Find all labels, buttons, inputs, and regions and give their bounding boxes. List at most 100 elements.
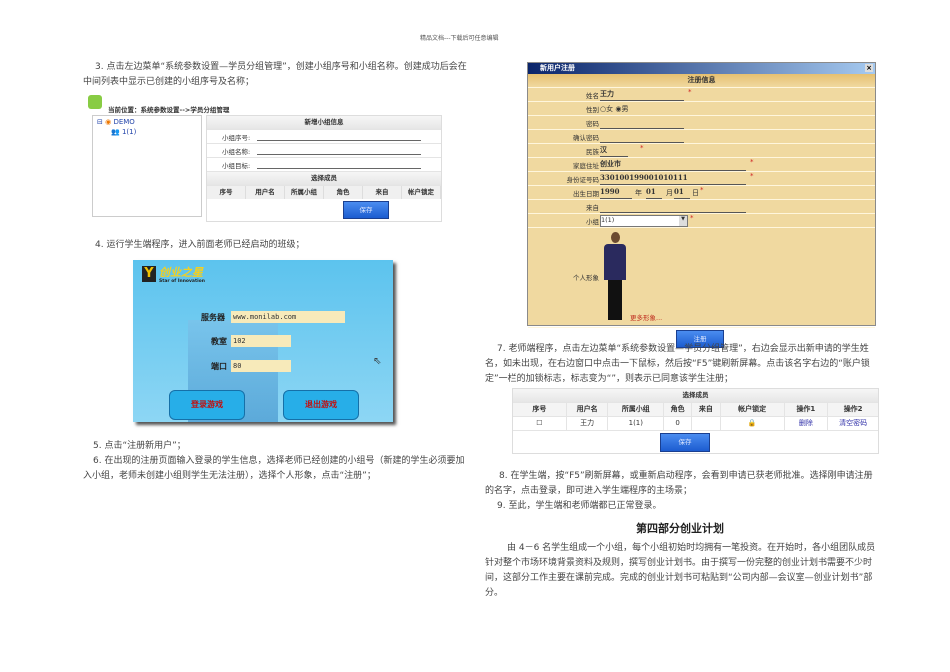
para-4: 4. 运行学生端程序，进入前面老师已经启动的班级； xyxy=(95,240,305,250)
para-5: 5. 点击“注册新用户”； xyxy=(93,441,186,451)
birth-label: 出生日期 xyxy=(573,190,599,198)
col-header: 来自 xyxy=(363,186,402,199)
year-unit: 年 xyxy=(635,189,642,197)
org-icon: ◉ xyxy=(105,118,112,126)
gender-label: 性别 xyxy=(586,106,599,114)
group-management-screenshot: 当前位置：系统参数设置-->学员分组管理 ⊟ ◉ DEMO 👥 1(1) 新增小… xyxy=(88,95,442,222)
port-label: 端口 xyxy=(211,362,227,371)
cell-user: 王力 xyxy=(567,417,609,430)
document-page: 精品文档---下载后可任意编辑 3. 点击左边菜单“系统参数设置—学员分组管理”… xyxy=(0,0,950,672)
para-6: 6. 在出现的注册页面输入登录的学生信息，选择老师已经创建的小组号（新建的学生必… xyxy=(83,456,465,481)
ethnic-input[interactable]: 汉 xyxy=(600,145,628,157)
form-title: 新增小组信息 xyxy=(207,116,441,130)
dialog-title: 新用户注册 xyxy=(540,64,575,72)
address-input[interactable]: 创业市 xyxy=(600,159,746,171)
confirm-password-label: 确认密码 xyxy=(573,134,599,142)
cell-from xyxy=(692,417,721,430)
table-header: 序号 用户名 所属小组 角色 来自 帐户锁定 操作1 操作2 xyxy=(513,403,878,417)
field-label: 小组名称: xyxy=(222,148,251,156)
col-header: 操作1 xyxy=(785,403,829,416)
avatar-label: 个人形象 xyxy=(573,274,599,282)
male-label: 男 xyxy=(621,105,629,113)
col-header: 帐户锁定 xyxy=(402,186,441,199)
tree-child[interactable]: 👥 1(1) xyxy=(93,128,201,136)
logo-icon: Y xyxy=(142,266,156,282)
id-label: 身份证号码 xyxy=(566,176,600,184)
login-game-button[interactable]: 登录游戏 xyxy=(169,390,245,420)
col-header: 序号 xyxy=(207,186,246,199)
col-header: 用户名 xyxy=(567,403,609,416)
year-input[interactable]: 1990 xyxy=(600,187,632,199)
section-heading: 第四部分创业计划 xyxy=(636,522,724,535)
month-unit: 月 xyxy=(666,189,673,197)
group-tree: ⊟ ◉ DEMO 👥 1(1) xyxy=(92,115,202,217)
tree-child-label: 1(1) xyxy=(121,128,137,136)
name-input[interactable]: 王力 xyxy=(600,89,684,101)
para-7: 7. 老师端程序，点击左边菜单“系统参数设置—学员分组管理”，右边会显示出新申请… xyxy=(485,344,870,384)
members-table: 选择成员 序号 用户名 所属小组 角色 来自 帐户锁定 操作1 操作2 ☐ 王力 1(1) 0 🔒 删除… xyxy=(512,388,879,454)
day-input[interactable]: 01 xyxy=(674,187,690,199)
para-9: 9. 至此，学生端和老师端都已正常登录。 xyxy=(497,501,662,511)
cell-role: 0 xyxy=(664,417,692,430)
tree-root-label: DEMO xyxy=(113,118,135,126)
id-input[interactable]: 330100199001010111 xyxy=(600,173,746,185)
home-icon xyxy=(88,95,102,109)
col-header: 角色 xyxy=(324,186,363,199)
address-label: 家庭住址 xyxy=(573,162,599,170)
col-header: 帐户锁定 xyxy=(721,403,785,416)
para-3: 3. 点击左边菜单“系统参数设置—学员分组管理”，创建小组序号和小组名称。创建成… xyxy=(83,62,467,87)
col-header: 序号 xyxy=(513,403,567,416)
members-header: 序号 用户名 所属小组 角色 来自 帐户锁定 xyxy=(207,186,441,199)
group-number-input[interactable] xyxy=(257,140,421,141)
col-header: 所属小组 xyxy=(285,186,324,199)
para-8: 8. 在学生端，按“F5”刷新屏幕，或重新启动程序，会看到申请已获老师批准。选择… xyxy=(485,471,873,496)
month-input[interactable]: 01 xyxy=(646,187,662,199)
clear-password-link[interactable]: 清空密码 xyxy=(828,417,878,430)
from-label: 来自 xyxy=(586,204,599,212)
group-name-input[interactable] xyxy=(257,154,421,155)
row-checkbox[interactable]: ☐ xyxy=(513,417,567,430)
col-header: 用户名 xyxy=(246,186,285,199)
ethnic-label: 民族 xyxy=(586,148,599,156)
chevron-down-icon[interactable]: ▼ xyxy=(679,216,687,226)
port-input[interactable]: 80 xyxy=(231,360,291,372)
save-button[interactable]: 保存 xyxy=(343,201,389,219)
server-input[interactable]: www.monilab.com xyxy=(231,311,345,323)
users-icon: 👥 xyxy=(111,128,120,136)
close-icon[interactable]: × xyxy=(865,64,873,72)
page-header: 精品文档---下载后可任意编辑 xyxy=(420,35,499,42)
password-label: 密码 xyxy=(586,120,599,128)
logo-subtitle: Star of Innovation xyxy=(159,279,205,284)
col-header: 角色 xyxy=(664,403,692,416)
body-paragraph: 由 4－6 名学生组成一个小组，每个小组初始时均拥有一笔投资。在开始时，各小组团… xyxy=(485,543,876,598)
col-header: 来自 xyxy=(692,403,721,416)
logo-text: 创业之星 xyxy=(159,266,203,279)
lock-icon[interactable]: 🔒 xyxy=(721,417,785,430)
group-select[interactable]: 1(1) ▼ xyxy=(600,215,688,227)
location-breadcrumb: 当前位置：系统参数设置-->学员分组管理 xyxy=(108,106,230,114)
section-title: 注册信息 xyxy=(528,74,875,88)
day-unit: 日 xyxy=(692,189,699,197)
new-group-form: 新增小组信息 小组序号: 小组名称: 小组目标: 选择成员 序号 用户名 所属小组角… xyxy=(206,115,442,222)
table-row: ☐ 王力 1(1) 0 🔒 删除 清空密码 xyxy=(513,417,878,431)
dialog-titlebar: 新用户注册 × xyxy=(528,63,875,74)
table-title: 选择成员 xyxy=(513,389,878,403)
field-label: 小组目标: xyxy=(222,162,251,170)
register-dialog: 新用户注册 × 注册信息 姓名 王力 * 性别 ○女 ◉男 密码 确认密码 民族汉 * 家… xyxy=(527,62,876,348)
more-avatars-link[interactable]: 更多形象... xyxy=(630,312,662,322)
tree-root[interactable]: ⊟ ◉ DEMO xyxy=(93,116,201,128)
confirm-password-input[interactable] xyxy=(600,131,684,143)
name-label: 姓名 xyxy=(586,92,599,100)
exit-game-button[interactable]: 退出游戏 xyxy=(283,390,359,420)
female-label: 女 xyxy=(606,105,614,113)
room-input[interactable]: 102 xyxy=(231,335,291,347)
delete-link[interactable]: 删除 xyxy=(785,417,829,430)
password-input[interactable] xyxy=(600,117,684,129)
from-input[interactable] xyxy=(600,201,746,213)
save-button[interactable]: 保存 xyxy=(660,433,710,452)
group-label: 小组 xyxy=(586,218,599,226)
cursor-icon: ⇖ xyxy=(373,356,382,367)
group-goal-input[interactable] xyxy=(257,168,421,169)
avatar-image[interactable] xyxy=(602,232,628,324)
room-label: 教室 xyxy=(211,337,227,346)
